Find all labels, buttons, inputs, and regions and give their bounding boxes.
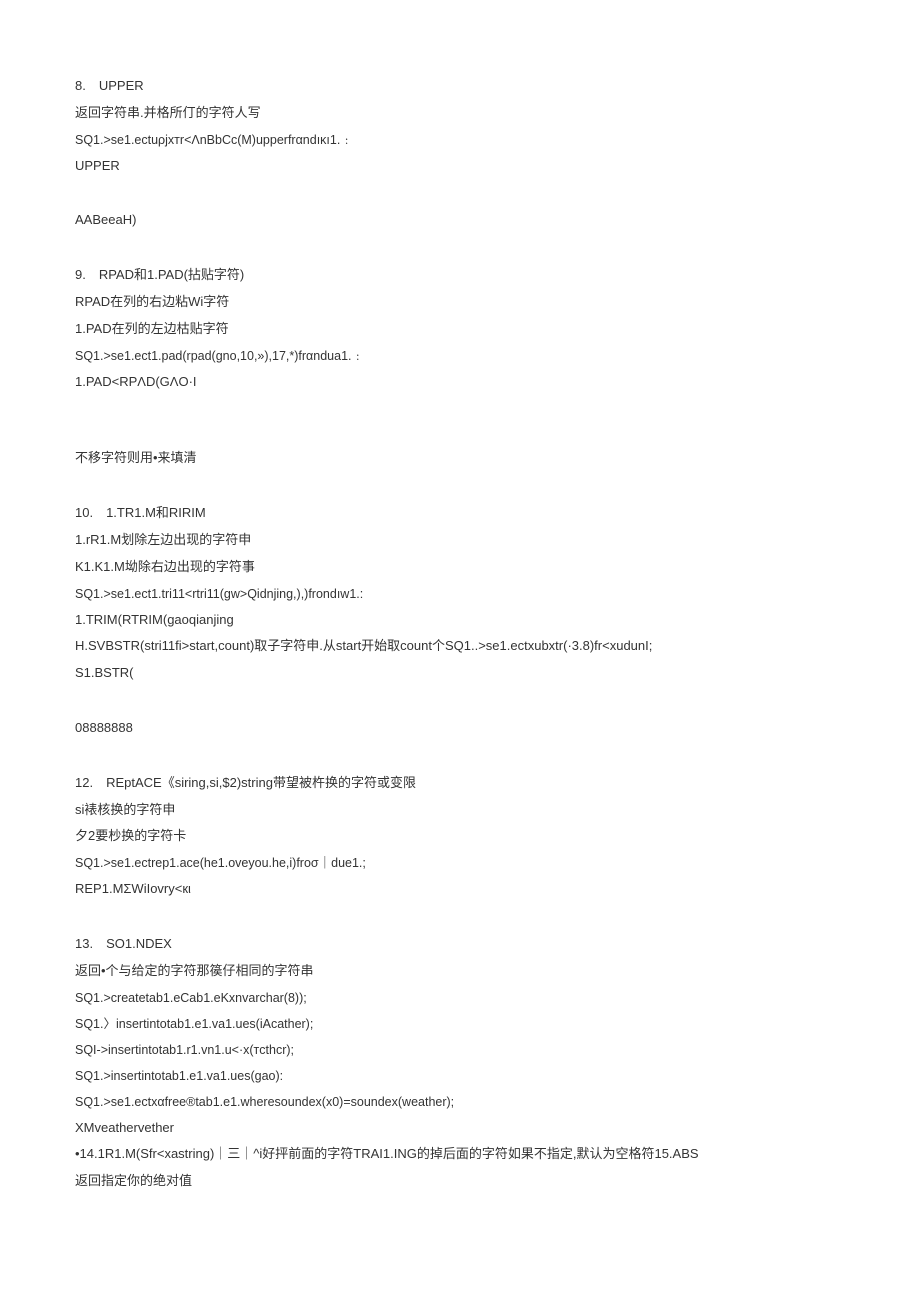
text-line: S1.BSTR( <box>75 663 845 684</box>
text-line: 12. REptACE《siring,si,$2)string带望被杵换的字符或… <box>75 773 845 794</box>
text-line: AABeeaH) <box>75 210 845 231</box>
text-line: 9. RPAD和1.PAD(拈贴字符) <box>75 265 845 286</box>
text-line: 1.PAD在列的左边枯贴字符 <box>75 319 845 340</box>
text-line: 8. UPPER <box>75 76 845 97</box>
spacer <box>75 237 845 259</box>
text-line: 10. 1.TR1.M和RIRIM <box>75 503 845 524</box>
spacer <box>75 398 845 420</box>
spacer <box>75 745 845 767</box>
text-line: H.SVBSTR(stri11fi>start,count)取子字符申.从sta… <box>75 636 845 657</box>
spacer <box>75 420 845 442</box>
text-line: 1.TRIM(RTRIM(gaoqianjing <box>75 610 845 631</box>
text-line: 返回字符串.并格所仃的字符人写 <box>75 103 845 124</box>
text-line: SQ1.〉insertintotab1.e1.va1.ues(iAcather)… <box>75 1014 845 1034</box>
text-line: K1.K1.M坳除右边出现的字符事 <box>75 557 845 578</box>
text-line: SQ1.>createtab1.eCab1.eKxnvarchar(8)); <box>75 988 845 1008</box>
text-line: 不移字符则用•来填清 <box>75 448 845 469</box>
spacer <box>75 690 845 712</box>
text-line: 13. SO1.NDEX <box>75 934 845 955</box>
spacer <box>75 906 845 928</box>
document-body: 8. UPPER 返回字符串.并格所仃的字符人写 SQ1.>se1.ectuρjxт… <box>75 76 845 1192</box>
text-line: SQ1.>insertintotab1.e1.va1.ues(gao): <box>75 1066 845 1086</box>
spacer <box>75 475 845 497</box>
text-line: 返回•个与给定的字符那篌仔相同的字符串 <box>75 961 845 982</box>
text-line: SQ1.>se1.ect1.pad(rpad(gno,10,»),17,*)fr… <box>75 346 845 366</box>
text-line: SQ1.>se1.ectxαfree®tab1.e1.wheresoundex(… <box>75 1092 845 1112</box>
text-line: 1.PAD<RPΛD(GΛO·I <box>75 372 845 393</box>
text-line: SQ1.>se1.ectrep1.ace(he1.oveyou.he,i)fro… <box>75 853 845 873</box>
text-line: SQ1.>se1.ect1.tri11<rtri11(gw>Qidnjing,)… <box>75 584 845 604</box>
text-line: RPAD在列的右边粘Wi字符 <box>75 292 845 313</box>
text-line: si裱核换的字符申 <box>75 800 845 821</box>
text-line: •14.1R1.M(Sfr<xastring)｜三｜^i好抨前面的字符TRAI1… <box>75 1144 845 1165</box>
text-line: SQI->insertintotab1.r1.vn1.u<·x(тcthcr); <box>75 1040 845 1060</box>
text-line: SQ1.>se1.ectuρjxтr<ΛnBbCc(M)upperfrαndıκ… <box>75 130 845 150</box>
text-line: REP1.MΣWiIovry<кι <box>75 879 845 900</box>
text-line: 08888888 <box>75 718 845 739</box>
text-line: 夕2要杪换的字符卡 <box>75 826 845 847</box>
text-line: 返回指定你的绝对值 <box>75 1171 845 1192</box>
text-line: UPPER <box>75 156 845 177</box>
spacer <box>75 182 845 204</box>
text-line: 1.rR1.M划除左边出现的字符申 <box>75 530 845 551</box>
text-line: XMveathervether <box>75 1118 845 1139</box>
